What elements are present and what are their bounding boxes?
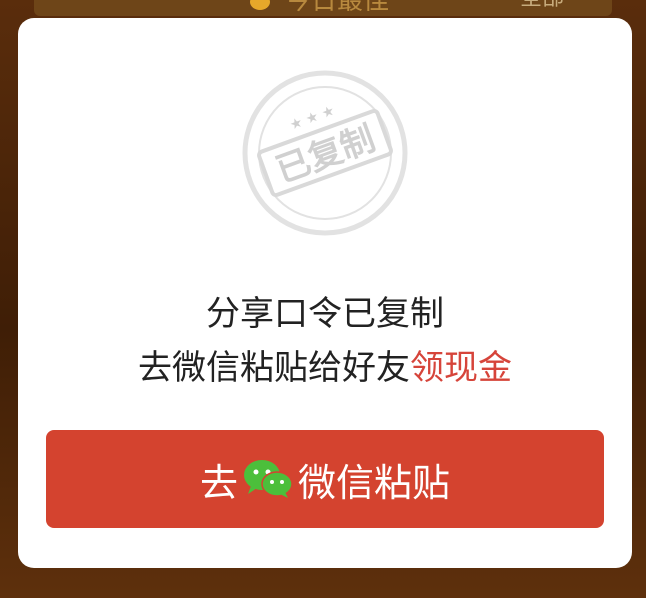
instruction-text: 去微信粘贴给好友 xyxy=(138,348,410,388)
copied-stamp: 已复制 ★ ★ ★ xyxy=(242,70,408,236)
copied-dialog: 已复制 ★ ★ ★ 分享口令已复制 去微信粘贴给好友领现金 去 微信粘贴 xyxy=(18,18,632,568)
copied-message: 分享口令已复制 xyxy=(206,294,444,334)
instruction-message: 去微信粘贴给好友领现金 xyxy=(18,348,632,388)
button-prefix-label: 去 xyxy=(199,460,238,505)
reward-highlight: 领现金 xyxy=(410,348,512,388)
background-title: 今日最佳 xyxy=(285,0,390,16)
go-wechat-paste-button[interactable]: 去 微信粘贴 xyxy=(46,430,604,528)
background-right-label: 全部 xyxy=(520,0,564,10)
wechat-icon xyxy=(244,460,293,498)
button-label: 微信粘贴 xyxy=(298,460,451,505)
